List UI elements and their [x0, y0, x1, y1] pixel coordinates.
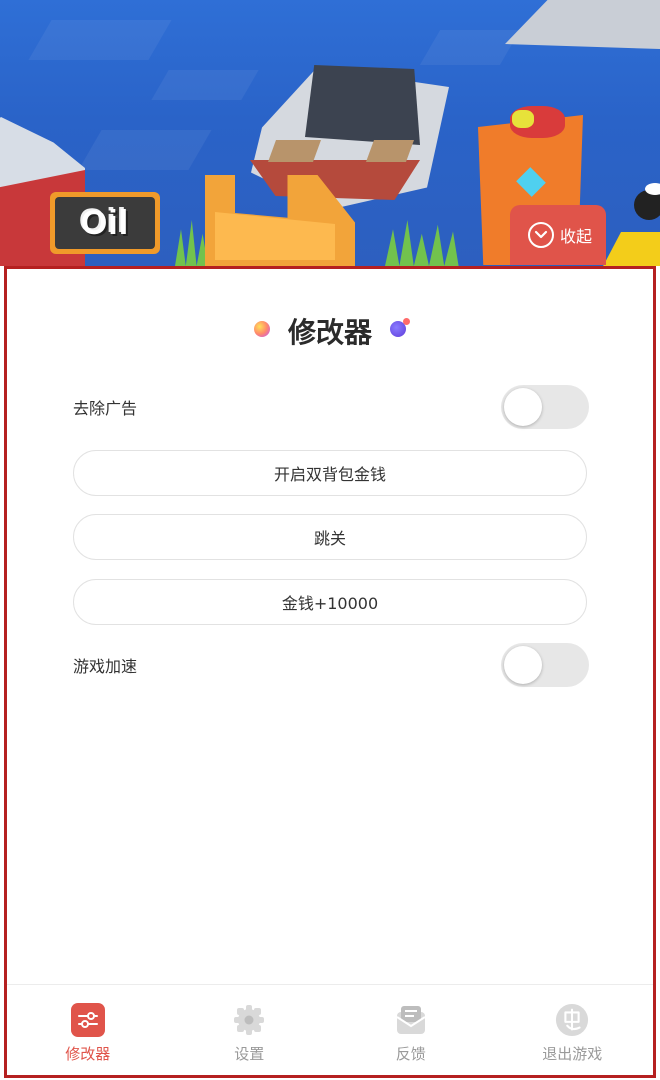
- water-facet: [28, 20, 172, 60]
- nav-item-modifier[interactable]: 修改器: [7, 985, 169, 1075]
- chevron-down-circle-icon: [527, 222, 554, 248]
- exit-game-icon: [555, 1003, 589, 1037]
- game-speed-label: 游戏加速: [73, 657, 138, 676]
- nav-label-modifier: 修改器: [65, 1045, 111, 1063]
- message-icon: [394, 1003, 428, 1037]
- gradient-dot-icon: [253, 321, 270, 337]
- modifier-panel: 修改器 去除广告 开启双背包金钱 跳关 金钱+10000 游戏加速 修改器 设置…: [4, 266, 656, 1078]
- tower-top-yellow: [512, 110, 534, 128]
- collapse-button[interactable]: 收起: [510, 205, 606, 265]
- nav-item-exit-game[interactable]: 退出游戏: [492, 985, 654, 1075]
- grass: [385, 220, 465, 266]
- panel-title: 修改器: [287, 316, 372, 349]
- skip-level-button[interactable]: 跳关: [73, 514, 587, 560]
- water-facet: [419, 30, 521, 65]
- water-facet: [151, 70, 259, 100]
- land-rock: [505, 0, 660, 50]
- add-money-button[interactable]: 金钱+10000: [73, 579, 587, 625]
- remove-ads-row: 去除广告: [73, 384, 589, 430]
- boat-cabin: [305, 65, 420, 145]
- gear-icon: [232, 1003, 266, 1037]
- double-bag-money-button[interactable]: 开启双背包金钱: [73, 450, 587, 496]
- panel-header: 修改器: [7, 311, 653, 351]
- boat-hull-bottom: [250, 160, 420, 200]
- yellow-object: [600, 232, 660, 266]
- remove-ads-toggle[interactable]: [501, 385, 589, 429]
- nav-label-exit-game: 退出游戏: [542, 1045, 603, 1063]
- nav-label-settings: 设置: [234, 1045, 265, 1063]
- game-speed-row: 游戏加速: [73, 642, 589, 688]
- nav-item-settings[interactable]: 设置: [169, 985, 331, 1075]
- toggle-knob: [504, 388, 542, 426]
- toggle-knob: [504, 646, 542, 684]
- nav-item-feedback[interactable]: 反馈: [330, 985, 492, 1075]
- game-speed-toggle[interactable]: [501, 643, 589, 687]
- boat-seat: [365, 140, 415, 162]
- game-scene: Oil 收起: [0, 0, 660, 266]
- bottom-nav: 修改器 设置 反馈 退出游戏: [7, 984, 653, 1075]
- purple-dot-icon: [390, 318, 410, 337]
- boat-seat: [267, 140, 322, 162]
- white-object: [645, 183, 660, 195]
- oil-sign: Oil: [50, 192, 160, 254]
- remove-ads-label: 去除广告: [73, 399, 138, 418]
- nav-label-feedback: 反馈: [395, 1045, 426, 1063]
- collapse-button-label: 收起: [559, 227, 592, 246]
- sliders-icon: [70, 1003, 105, 1037]
- water-facet: [78, 130, 212, 170]
- oil-sign-text: Oil: [55, 197, 155, 249]
